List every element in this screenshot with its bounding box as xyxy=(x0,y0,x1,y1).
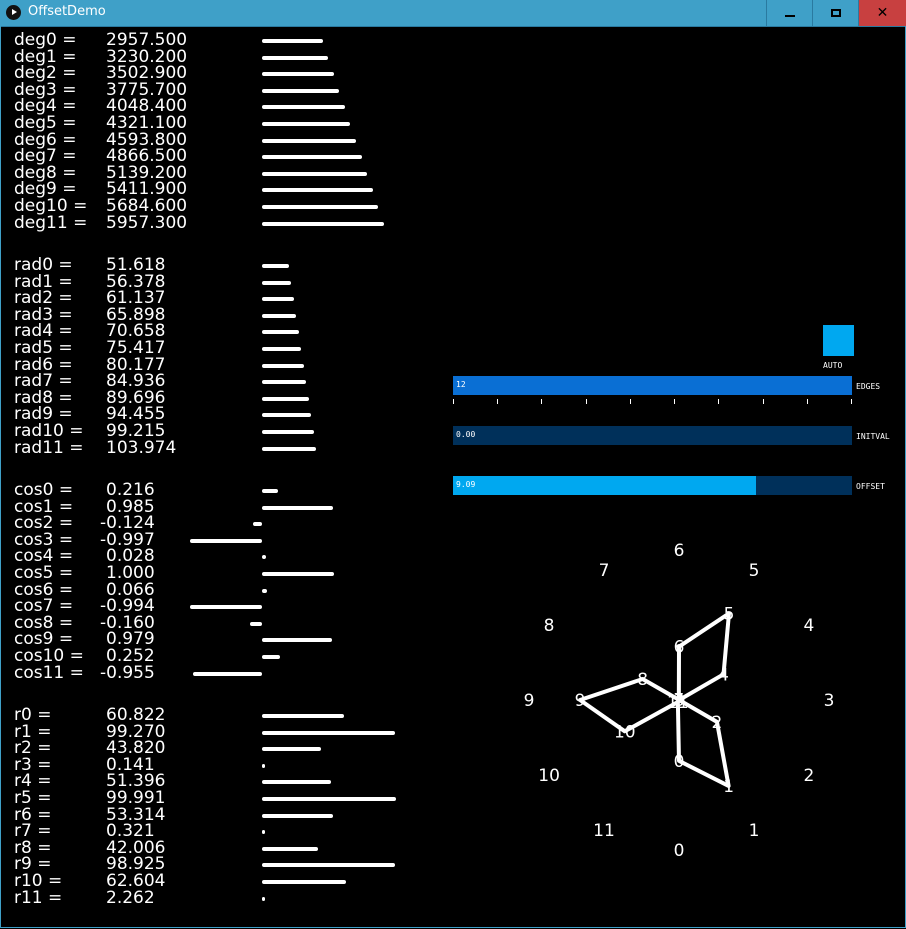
outer-label: 11 xyxy=(593,821,615,841)
offset-polygon xyxy=(578,611,731,788)
maximize-icon xyxy=(830,9,841,17)
vertex-label: 6 xyxy=(674,638,685,658)
polygon-figure: 0123456789101101234567891011 xyxy=(524,541,835,861)
outer-label: 10 xyxy=(538,766,560,786)
outer-label: 3 xyxy=(824,691,835,711)
title-bar: OffsetDemo ✕ xyxy=(0,0,906,27)
outer-label: 4 xyxy=(803,616,814,636)
close-button[interactable]: ✕ xyxy=(858,0,906,26)
outer-label: 7 xyxy=(599,561,610,581)
outer-label: 1 xyxy=(749,821,760,841)
outer-label: 2 xyxy=(803,766,814,786)
vertex-label: 8 xyxy=(637,670,648,690)
sketch-canvas: deg0 = 2957.500 deg1 = 3230.200 deg2 = 3502.9… xyxy=(4,27,902,925)
outer-label: 0 xyxy=(674,841,685,861)
vertex-label: 4 xyxy=(718,665,729,685)
minimize-icon xyxy=(784,15,795,17)
vertex-label: 5 xyxy=(724,604,735,624)
vertex-label: 0 xyxy=(674,752,685,772)
outer-label: 6 xyxy=(674,541,685,561)
window-title: OffsetDemo xyxy=(28,4,106,19)
app-icon xyxy=(6,5,21,20)
maximize-button[interactable] xyxy=(812,0,858,26)
outer-label: 5 xyxy=(749,561,760,581)
vertex-label: 10 xyxy=(614,722,636,742)
outer-label: 9 xyxy=(524,691,535,711)
minimize-button[interactable] xyxy=(766,0,812,26)
vertex-label: 2 xyxy=(712,713,723,733)
close-icon: ✕ xyxy=(876,5,889,21)
vertex-label: 9 xyxy=(575,691,586,711)
outer-label: 8 xyxy=(544,616,555,636)
vertex-label: 1 xyxy=(723,777,734,797)
vertex-label: 11 xyxy=(667,693,689,713)
